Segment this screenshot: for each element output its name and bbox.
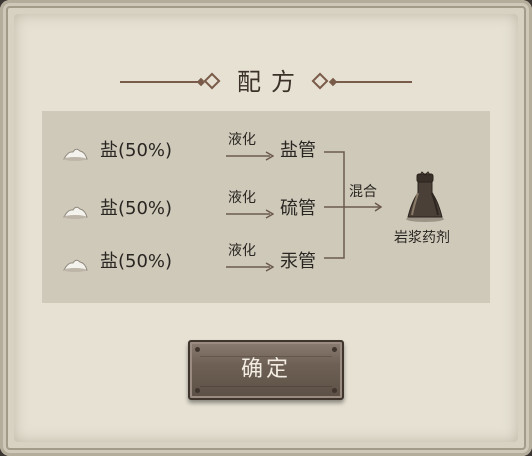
arrow-right-icon bbox=[226, 151, 274, 161]
product-label: 盐管 bbox=[280, 140, 316, 161]
nail-icon bbox=[195, 388, 200, 393]
salt-pile-icon bbox=[63, 206, 88, 219]
nail-icon bbox=[195, 347, 200, 352]
ingredient-label: 盐(50%) bbox=[100, 140, 173, 161]
arrow-right-icon bbox=[226, 209, 274, 219]
confirm-button[interactable]: 确定 bbox=[188, 340, 344, 400]
arrow-right-icon bbox=[226, 262, 274, 272]
recipe-panel: 盐(50%) 液化 盐管 盐(50%) 液化 硫管 盐(50%) 液化 汞管 混… bbox=[42, 111, 490, 303]
process-label: 液化 bbox=[228, 243, 256, 259]
salt-pile-icon bbox=[63, 259, 88, 272]
combine-process-label: 混合 bbox=[349, 184, 377, 200]
title-row: 配方 bbox=[0, 62, 532, 102]
process-label: 液化 bbox=[228, 190, 256, 206]
confirm-button-label: 确定 bbox=[240, 357, 291, 382]
ingredient-label: 盐(50%) bbox=[100, 198, 173, 219]
title-ornament-right bbox=[330, 81, 412, 83]
product-label: 硫管 bbox=[280, 198, 316, 219]
ingredient-row: 盐(50%) 液化 盐管 bbox=[42, 131, 490, 171]
ingredient-label: 盐(50%) bbox=[100, 251, 173, 272]
process-label: 液化 bbox=[228, 132, 256, 148]
dialog-title: 配方 bbox=[237, 68, 305, 96]
nail-icon bbox=[332, 388, 337, 393]
ingredient-row: 盐(50%) 液化 汞管 bbox=[42, 242, 490, 282]
magma-potion-icon bbox=[406, 171, 444, 222]
nail-icon bbox=[332, 347, 337, 352]
product-label: 汞管 bbox=[280, 251, 316, 272]
wood-grain bbox=[200, 386, 332, 387]
combine-bracket bbox=[324, 151, 383, 259]
result-label: 岩浆药剂 bbox=[394, 230, 450, 246]
salt-pile-icon bbox=[63, 148, 88, 161]
